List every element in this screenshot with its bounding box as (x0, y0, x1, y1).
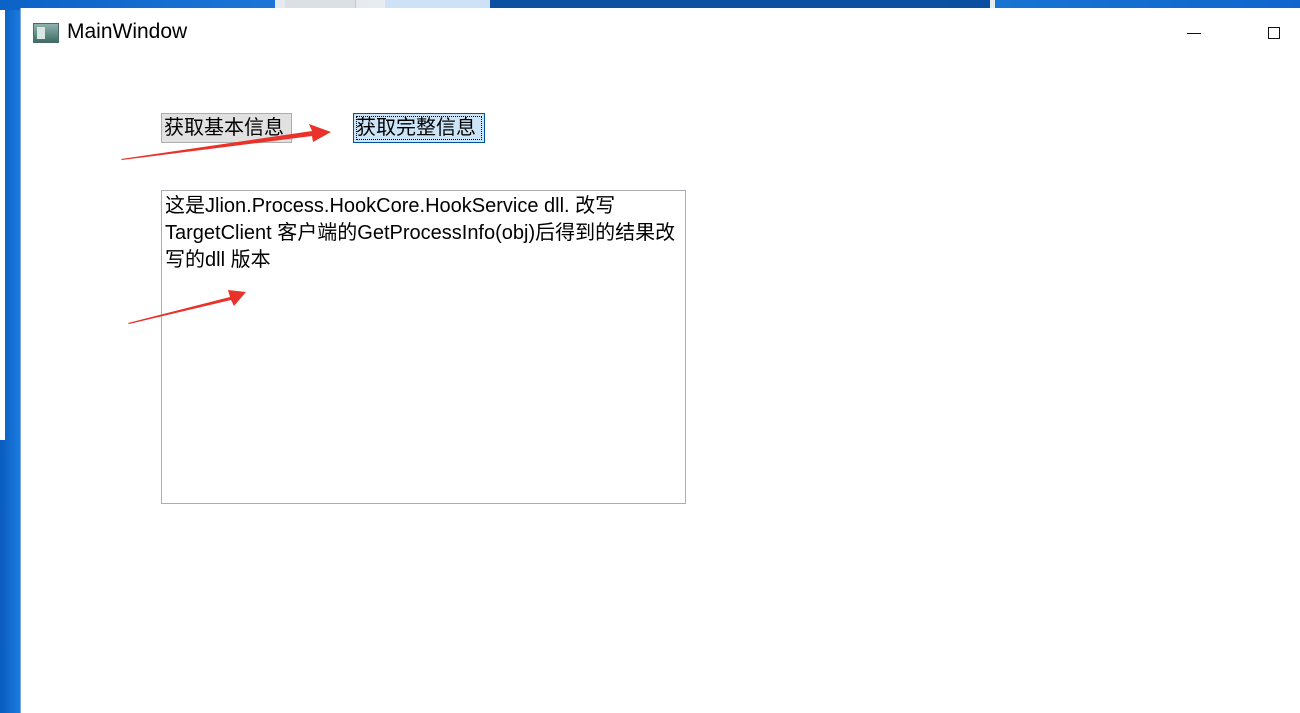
output-textbox[interactable]: 这是Jlion.Process.HookCore.HookService dll… (161, 190, 686, 504)
get-full-info-button[interactable]: 获取完整信息 (353, 113, 485, 143)
background-window-edge (0, 10, 5, 440)
app-icon-pane (37, 27, 45, 39)
maximize-icon (1268, 27, 1280, 39)
background-fragment-2 (385, 0, 495, 8)
get-basic-info-button[interactable]: 获取基本信息 (161, 113, 292, 143)
window-app-icon (33, 23, 59, 43)
minimize-icon (1187, 32, 1201, 34)
title-bar[interactable]: MainWindow (21, 8, 1300, 58)
background-fragment-1 (285, 0, 356, 8)
minimize-button[interactable] (1171, 16, 1217, 50)
maximize-button[interactable] (1251, 16, 1297, 50)
desktop-left-edge (0, 10, 20, 713)
background-fragment-3 (490, 0, 990, 8)
window-title: MainWindow (67, 20, 188, 43)
main-window: MainWindow 获取基本信息 获取完整信息 这是Jlion.Process… (20, 8, 1300, 713)
background-window-fragment (275, 0, 995, 8)
